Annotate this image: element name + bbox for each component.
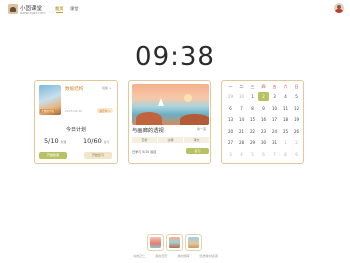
- calendar-day[interactable]: 23: [258, 127, 269, 136]
- calendar-day[interactable]: 11: [280, 104, 291, 113]
- calendar-day[interactable]: 25: [280, 127, 291, 136]
- weekday-label: 一: [228, 84, 233, 89]
- calendar-day[interactable]: 3: [225, 150, 236, 159]
- review-stat: 10/60 复习: [83, 137, 110, 145]
- calendar-day[interactable]: 13: [225, 115, 236, 124]
- calendar-day[interactable]: 10: [269, 104, 280, 113]
- calendar-day[interactable]: 21: [236, 127, 247, 136]
- calendar-day[interactable]: 7: [236, 104, 247, 113]
- calendar-day[interactable]: 2: [291, 138, 302, 147]
- calendar-day[interactable]: 20: [225, 127, 236, 136]
- calendar-day[interactable]: 28: [236, 138, 247, 147]
- poem-tabs: 赏析 注释 译文: [132, 137, 209, 143]
- calendar-weekday-header: 一二三四五六日: [225, 83, 302, 91]
- clock-display: 09:38: [135, 42, 215, 72]
- app-logo[interactable]: [8, 4, 18, 14]
- poem-title: 与画廊的透视: [132, 128, 164, 134]
- sailboat-shape: [158, 98, 164, 106]
- poem-progress: 已学习 5/10 篇目: [132, 150, 157, 154]
- weekday-label: 六: [283, 84, 288, 89]
- study-plan-card: 大数据学院 数据结构 切换 > 2025.09.10 进行中 > 今日计划 5/…: [34, 80, 118, 164]
- rock-shape: [180, 114, 209, 125]
- dock-label: 书的正仁: [133, 254, 146, 258]
- start-review-button[interactable]: 开始复习: [84, 152, 112, 159]
- poem-card: 与画廊的透视 换一首 赏析 注释 译文 已学习 5/10 篇目 复习: [128, 80, 211, 164]
- tab-notes[interactable]: 注释: [158, 137, 183, 143]
- poem-review-button[interactable]: 复习: [186, 148, 209, 154]
- book-cover-image[interactable]: 大数据学院: [39, 85, 61, 115]
- sun-shape: [184, 94, 192, 102]
- calendar-day[interactable]: 16: [258, 115, 269, 124]
- calendar-day[interactable]: 9: [258, 104, 269, 113]
- dock-label: 优质素材资源: [199, 254, 218, 258]
- calendar-day[interactable]: 22: [247, 127, 258, 136]
- poem-scene-image[interactable]: [132, 84, 209, 125]
- calendar-day[interactable]: 30: [236, 92, 247, 101]
- calendar-day[interactable]: 30: [258, 138, 269, 147]
- weekday-label: 五: [272, 84, 277, 89]
- calendar-day[interactable]: 27: [225, 138, 236, 147]
- calendar-day[interactable]: 4: [236, 150, 247, 159]
- calendar-day[interactable]: 12: [291, 104, 302, 113]
- calendar-app-icon[interactable]: [185, 234, 202, 251]
- weekday-label: 日: [294, 84, 299, 89]
- calendar-day[interactable]: 24: [269, 127, 280, 136]
- calendar-day-today[interactable]: 2: [258, 92, 269, 101]
- calendar-day[interactable]: 5: [291, 92, 302, 101]
- calendar-card: 一二三四五六日 29 30 1 2 3 4 5 6 7 8 9 10 11 12 13 14 15 16 17 18 1…: [221, 80, 304, 164]
- calendar-day[interactable]: 4: [280, 92, 291, 101]
- start-new-lesson-button[interactable]: 开始新课: [39, 152, 67, 159]
- weekday-label: 二: [239, 84, 244, 89]
- calendar-day[interactable]: 9: [291, 150, 302, 159]
- calendar-day[interactable]: 29: [225, 92, 236, 101]
- book-title: 数据结构: [65, 87, 84, 92]
- tab-appreciation[interactable]: 赏析: [132, 137, 157, 143]
- nav-classroom[interactable]: 课堂: [70, 6, 78, 12]
- tab-translation[interactable]: 译文: [184, 137, 209, 143]
- nav-active-indicator: [56, 12, 63, 13]
- app-dock: [147, 234, 204, 251]
- weekday-label: 三: [250, 84, 255, 89]
- plan-title: 今日计划: [65, 127, 86, 133]
- calendar-day[interactable]: 14: [236, 115, 247, 124]
- calendar-day[interactable]: 19: [291, 115, 302, 124]
- calendar-day[interactable]: 29: [247, 138, 258, 147]
- calendar-day[interactable]: 5: [247, 150, 258, 159]
- calendar-day[interactable]: 1: [247, 92, 258, 101]
- brand-url: www.xgkt.com: [20, 11, 46, 15]
- dock-labels: 书的正仁 我的日历 我的题库 优质素材资源: [133, 253, 218, 258]
- calendar-day[interactable]: 8: [280, 150, 291, 159]
- calendar-day[interactable]: 6: [258, 150, 269, 159]
- new-lesson-stat: 5/10 新课: [44, 137, 67, 145]
- switch-poem-link[interactable]: 换一首: [197, 127, 206, 131]
- books-app-icon[interactable]: [147, 234, 164, 251]
- cover-tag: 大数据学院: [40, 109, 55, 113]
- switch-book-link[interactable]: 切换 >: [102, 86, 111, 90]
- calendar-day[interactable]: 1: [280, 138, 291, 147]
- poem-app-icon[interactable]: [166, 234, 183, 251]
- book-date: 2025.09.10: [65, 109, 83, 113]
- calendar-day[interactable]: 17: [269, 115, 280, 124]
- status-badge[interactable]: 进行中 >: [97, 108, 113, 113]
- dock-label: 我的题库: [177, 254, 190, 258]
- calendar-day[interactable]: 18: [280, 115, 291, 124]
- calendar-day[interactable]: 3: [269, 92, 280, 101]
- dock-label: 我的日历: [155, 254, 168, 258]
- calendar-day[interactable]: 26: [291, 127, 302, 136]
- calendar-day[interactable]: 8: [247, 104, 258, 113]
- calendar-grid: 29 30 1 2 3 4 5 6 7 8 9 10 11 12 13 14 15 16 17 18 19 20 21 22 2…: [225, 92, 302, 159]
- weekday-label: 四: [261, 84, 266, 89]
- calendar-day[interactable]: 7: [269, 150, 280, 159]
- calendar-day[interactable]: 6: [225, 104, 236, 113]
- calendar-day[interactable]: 15: [247, 115, 258, 124]
- rock-shape: [136, 112, 162, 125]
- calendar-day[interactable]: 31: [269, 138, 280, 147]
- user-avatar[interactable]: [334, 3, 344, 13]
